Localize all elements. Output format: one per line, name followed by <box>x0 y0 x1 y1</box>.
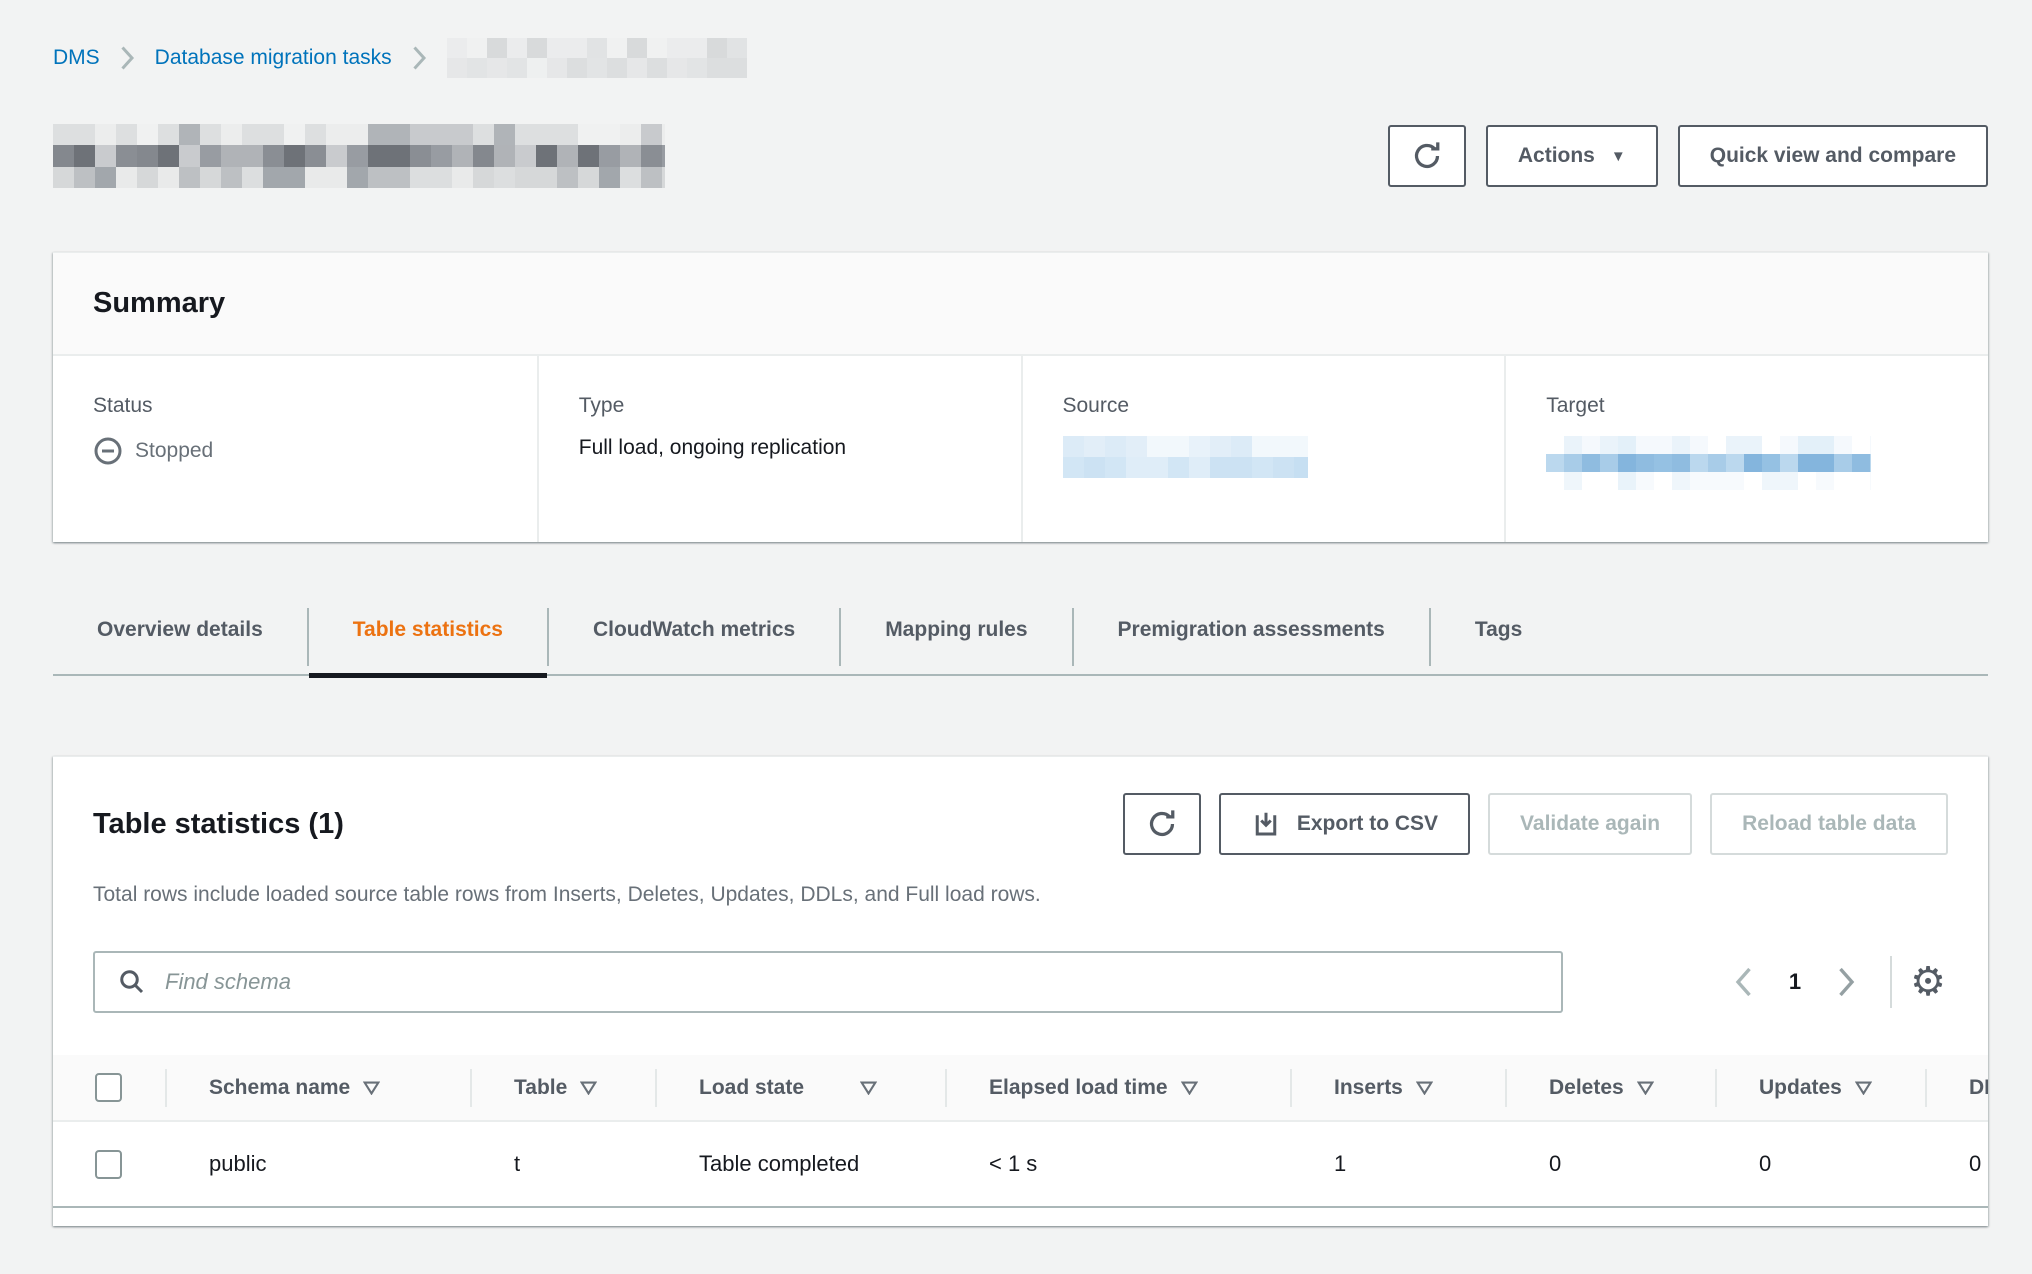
sort-icon <box>1416 1081 1433 1095</box>
column-header-load-state[interactable]: Load state <box>655 1055 945 1121</box>
actions-button[interactable]: Actions ▼ <box>1486 125 1658 187</box>
sort-icon <box>1855 1081 1872 1095</box>
export-csv-button[interactable]: Export to CSV <box>1219 793 1470 855</box>
tab-tags[interactable]: Tags <box>1431 606 1566 676</box>
sort-icon <box>580 1081 597 1095</box>
schema-search-box <box>93 951 1563 1013</box>
dms-task-page: DMS Database migration tasks Actions ▼ Q… <box>0 0 2032 1274</box>
type-label: Type <box>579 394 1001 418</box>
cell-load-state: Table completed <box>655 1121 945 1207</box>
page-header: Actions ▼ Quick view and compare <box>53 124 1988 188</box>
chevron-right-icon <box>412 45 427 71</box>
current-page-number: 1 <box>1767 969 1823 995</box>
search-input[interactable] <box>163 968 1553 996</box>
cell-elapsed-load-time: < 1 s <box>945 1121 1290 1207</box>
breadcrumb: DMS Database migration tasks <box>53 38 1988 78</box>
statistics-table: Schema name Table Load state Elapsed loa… <box>53 1055 1988 1208</box>
tab-overview-details[interactable]: Overview details <box>53 606 307 676</box>
cell-inserts: 1 <box>1290 1121 1505 1207</box>
summary-source-field: Source <box>1021 356 1505 542</box>
summary-target-field: Target <box>1504 356 1988 542</box>
previous-page-button[interactable] <box>1720 966 1767 998</box>
cell-updates: 0 <box>1715 1121 1925 1207</box>
table-header-row: Schema name Table Load state Elapsed loa… <box>53 1055 1988 1121</box>
status-label: Status <box>93 394 517 418</box>
summary-title: Summary <box>93 287 1948 320</box>
column-header-ddls[interactable]: DDLs <box>1925 1055 1988 1121</box>
summary-body: Status Stopped Type Full load, ongoing r… <box>53 356 1988 542</box>
column-header-inserts[interactable]: Inserts <box>1290 1055 1505 1121</box>
select-all-checkbox[interactable] <box>95 1073 122 1102</box>
breadcrumb-link-dms[interactable]: DMS <box>53 46 100 70</box>
target-label: Target <box>1546 394 1968 418</box>
stopped-icon <box>93 436 123 466</box>
breadcrumb-link-migration-tasks[interactable]: Database migration tasks <box>155 46 392 70</box>
table-statistics-actions: Export to CSV Validate again Reload tabl… <box>1123 793 1948 855</box>
settings-gear-icon[interactable]: ⚙ <box>1908 962 1948 1002</box>
column-header-table[interactable]: Table <box>470 1055 655 1121</box>
validate-again-button[interactable]: Validate again <box>1488 793 1692 855</box>
column-header-schema-name[interactable]: Schema name <box>165 1055 470 1121</box>
chevron-right-icon <box>1837 966 1856 998</box>
cell-deletes: 0 <box>1505 1121 1715 1207</box>
export-csv-label: Export to CSV <box>1297 812 1438 836</box>
column-header-updates[interactable]: Updates <box>1715 1055 1925 1121</box>
sort-icon <box>860 1081 877 1095</box>
summary-status-field: Status Stopped <box>53 356 537 542</box>
table-statistics-title: Table statistics (1) <box>93 808 344 841</box>
row-checkbox[interactable] <box>95 1150 122 1179</box>
tab-cloudwatch-metrics[interactable]: CloudWatch metrics <box>549 606 839 676</box>
refresh-button[interactable] <box>1388 125 1466 187</box>
sort-icon <box>1637 1081 1654 1095</box>
tab-premigration-assessments[interactable]: Premigration assessments <box>1074 606 1429 676</box>
statistics-table-wrap: Schema name Table Load state Elapsed loa… <box>53 1055 1988 1208</box>
table-row[interactable]: public t Table completed < 1 s 1 0 0 0 <box>53 1121 1988 1207</box>
pagination-divider <box>1890 956 1892 1008</box>
table-statistics-description: Total rows include loaded source table r… <box>93 883 1948 907</box>
download-icon <box>1251 809 1281 839</box>
reload-table-data-button[interactable]: Reload table data <box>1710 793 1948 855</box>
type-value: Full load, ongoing replication <box>579 436 1001 460</box>
breadcrumb-current-redacted <box>447 38 747 78</box>
table-statistics-header: Table statistics (1) Export to CSV Valid… <box>93 793 1948 855</box>
summary-card: Summary Status Stopped Type Full load, o… <box>53 252 1988 542</box>
search-icon <box>117 967 147 997</box>
pagination: 1 ⚙ <box>1720 956 1948 1008</box>
table-refresh-button[interactable] <box>1123 793 1201 855</box>
summary-type-field: Type Full load, ongoing replication <box>537 356 1021 542</box>
source-label: Source <box>1063 394 1485 418</box>
page-title-redacted <box>53 124 665 188</box>
chevron-left-icon <box>1734 966 1753 998</box>
target-value-redacted <box>1546 436 1871 490</box>
quick-view-compare-button[interactable]: Quick view and compare <box>1678 125 1988 187</box>
cell-table: t <box>470 1121 655 1207</box>
filter-row: 1 ⚙ <box>93 951 1948 1013</box>
header-actions: Actions ▼ Quick view and compare <box>1388 125 1988 187</box>
tab-mapping-rules[interactable]: Mapping rules <box>841 606 1071 676</box>
next-page-button[interactable] <box>1823 966 1870 998</box>
summary-card-header: Summary <box>53 253 1988 356</box>
sort-icon <box>363 1081 380 1095</box>
refresh-icon <box>1410 139 1444 173</box>
column-header-deletes[interactable]: Deletes <box>1505 1055 1715 1121</box>
status-value: Stopped <box>93 436 517 466</box>
caret-down-icon: ▼ <box>1611 149 1626 164</box>
chevron-right-icon <box>120 45 135 71</box>
refresh-icon <box>1145 807 1179 841</box>
actions-button-label: Actions <box>1518 144 1595 168</box>
cell-ddls: 0 <box>1925 1121 1988 1207</box>
source-value-redacted <box>1063 436 1308 478</box>
column-header-elapsed-load-time[interactable]: Elapsed load time <box>945 1055 1290 1121</box>
sort-icon <box>1181 1081 1198 1095</box>
tabs: Overview details Table statistics CloudW… <box>53 606 1988 676</box>
cell-schema-name: public <box>165 1121 470 1207</box>
tab-table-statistics[interactable]: Table statistics <box>309 606 547 676</box>
table-statistics-card: Table statistics (1) Export to CSV Valid… <box>53 756 1988 1226</box>
